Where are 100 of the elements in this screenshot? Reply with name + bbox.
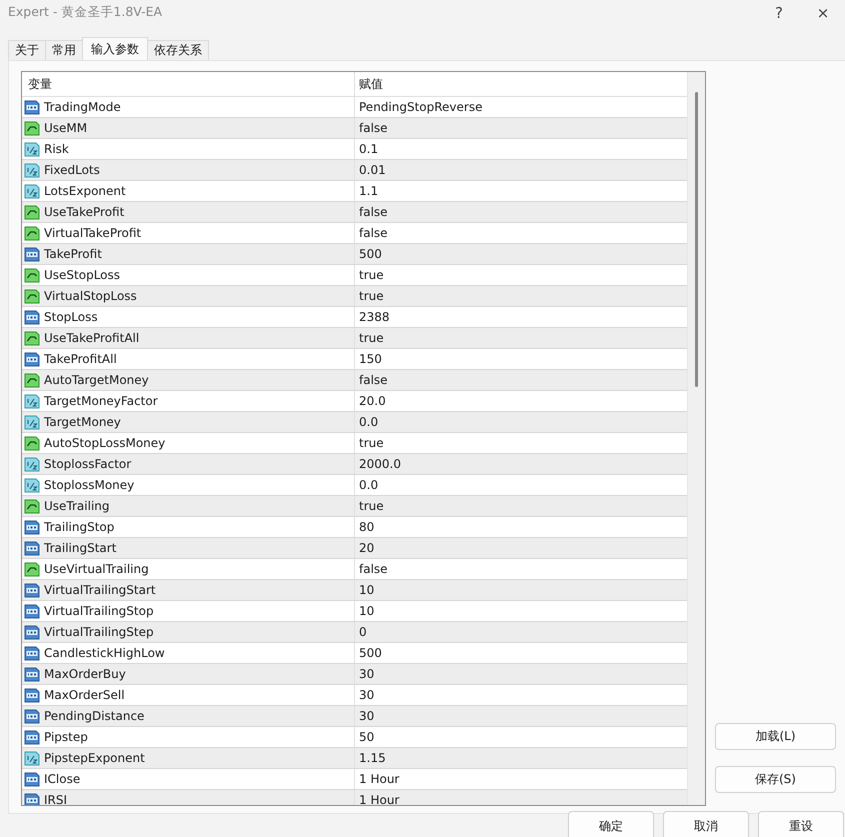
variable-value: 1 Hour [359, 793, 400, 805]
scrollbar[interactable] [687, 72, 705, 805]
variable-value: 0.01 [359, 163, 386, 177]
variable-value: true [359, 268, 384, 282]
variable-name: VirtualTrailingStart [44, 583, 156, 597]
fraction-icon [24, 393, 40, 409]
variable-name: IRSI [44, 793, 68, 805]
help-button[interactable]: ? [757, 4, 801, 22]
integer-icon [24, 603, 40, 619]
variable-name: UseMM [44, 121, 88, 135]
variable-name: TradingMode [44, 100, 121, 114]
variable-value: 1 Hour [359, 772, 400, 786]
variable-value: 50 [359, 730, 374, 744]
integer-icon [24, 99, 40, 115]
dialog-button[interactable]: 确定 [568, 811, 654, 837]
fraction-icon [24, 750, 40, 766]
boolean-icon [24, 267, 40, 283]
variable-value: 20 [359, 541, 374, 555]
boolean-icon [24, 561, 40, 577]
variable-value: PendingStopReverse [359, 100, 482, 114]
variable-name: TakeProfit [44, 247, 102, 261]
scrollbar-thumb[interactable] [695, 92, 698, 387]
boolean-icon [24, 435, 40, 451]
variable-value: 10 [359, 583, 374, 597]
variable-value: 80 [359, 520, 374, 534]
variable-value: 500 [359, 646, 382, 660]
variable-name: UseTakeProfitAll [44, 331, 140, 345]
variable-value: true [359, 436, 384, 450]
integer-icon [24, 582, 40, 598]
variable-name: UseVirtualTrailing [44, 562, 149, 576]
column-header[interactable]: 变量 [22, 72, 354, 96]
variable-name: UseTrailing [44, 499, 110, 513]
fraction-icon [24, 162, 40, 178]
integer-icon [24, 792, 40, 805]
tab[interactable]: 输入参数 [82, 37, 148, 60]
variable-name: MaxOrderSell [44, 688, 125, 702]
integer-icon [24, 624, 40, 640]
side-button[interactable]: 保存(S) [715, 766, 836, 793]
fraction-icon [24, 141, 40, 157]
window-title: Expert - 黄金圣手1.8V-EA [8, 4, 164, 21]
variable-value: 2388 [359, 310, 390, 324]
variable-name: PipstepExponent [44, 751, 145, 765]
variable-name: UseStopLoss [44, 268, 120, 282]
variable-name: CandlestickHighLow [44, 646, 165, 660]
variable-name: StoplossFactor [44, 457, 132, 471]
variable-name: TrailingStop [44, 520, 114, 534]
variable-name: VirtualStopLoss [44, 289, 137, 303]
integer-icon [24, 540, 40, 556]
fraction-icon [24, 183, 40, 199]
close-button[interactable]: × [801, 4, 845, 22]
tab[interactable]: 依存关系 [147, 40, 209, 60]
variable-name: StoplossMoney [44, 478, 134, 492]
variable-value: true [359, 289, 384, 303]
integer-icon [24, 708, 40, 724]
variable-name: TargetMoney [44, 415, 121, 429]
variable-value: false [359, 226, 388, 240]
variable-name: VirtualTakeProfit [44, 226, 142, 240]
dialog-button[interactable]: 重设 [758, 811, 844, 837]
integer-icon [24, 771, 40, 787]
variable-value: 30 [359, 709, 374, 723]
variable-value: 1.1 [359, 184, 378, 198]
variable-value: 150 [359, 352, 382, 366]
variable-name: MaxOrderBuy [44, 667, 126, 681]
variable-value: 0.1 [359, 142, 378, 156]
variable-value: false [359, 562, 388, 576]
boolean-icon [24, 498, 40, 514]
variable-name: FixedLots [44, 163, 100, 177]
integer-icon [24, 351, 40, 367]
variable-value: 30 [359, 667, 374, 681]
variable-value: 500 [359, 247, 382, 261]
variable-value: 2000.0 [359, 457, 401, 471]
variable-value: 0 [359, 625, 367, 639]
integer-icon [24, 519, 40, 535]
side-button[interactable]: 加载(L) [715, 723, 836, 750]
integer-icon [24, 246, 40, 262]
tab[interactable]: 关于 [8, 40, 46, 60]
boolean-icon [24, 288, 40, 304]
variable-name: Risk [44, 142, 69, 156]
variable-name: UseTakeProfit [44, 205, 124, 219]
variable-name: Pipstep [44, 730, 88, 744]
integer-icon [24, 645, 40, 661]
variable-name: AutoStopLossMoney [44, 436, 166, 450]
variable-value: false [359, 373, 388, 387]
variable-value: 0.0 [359, 415, 378, 429]
variable-name: TargetMoneyFactor [44, 394, 158, 408]
variable-value: false [359, 205, 388, 219]
boolean-icon [24, 120, 40, 136]
variable-name: StopLoss [44, 310, 98, 324]
variable-value: 1.15 [359, 751, 386, 765]
variable-name: PendingDistance [44, 709, 144, 723]
fraction-icon [24, 456, 40, 472]
integer-icon [24, 309, 40, 325]
variable-value: 20.0 [359, 394, 386, 408]
variable-value: false [359, 121, 388, 135]
dialog-button[interactable]: 取消 [663, 811, 749, 837]
boolean-icon [24, 330, 40, 346]
variable-value: 0.0 [359, 478, 378, 492]
variable-name: VirtualTrailingStop [44, 604, 154, 618]
variable-name: TakeProfitAll [44, 352, 117, 366]
variable-value: true [359, 331, 384, 345]
